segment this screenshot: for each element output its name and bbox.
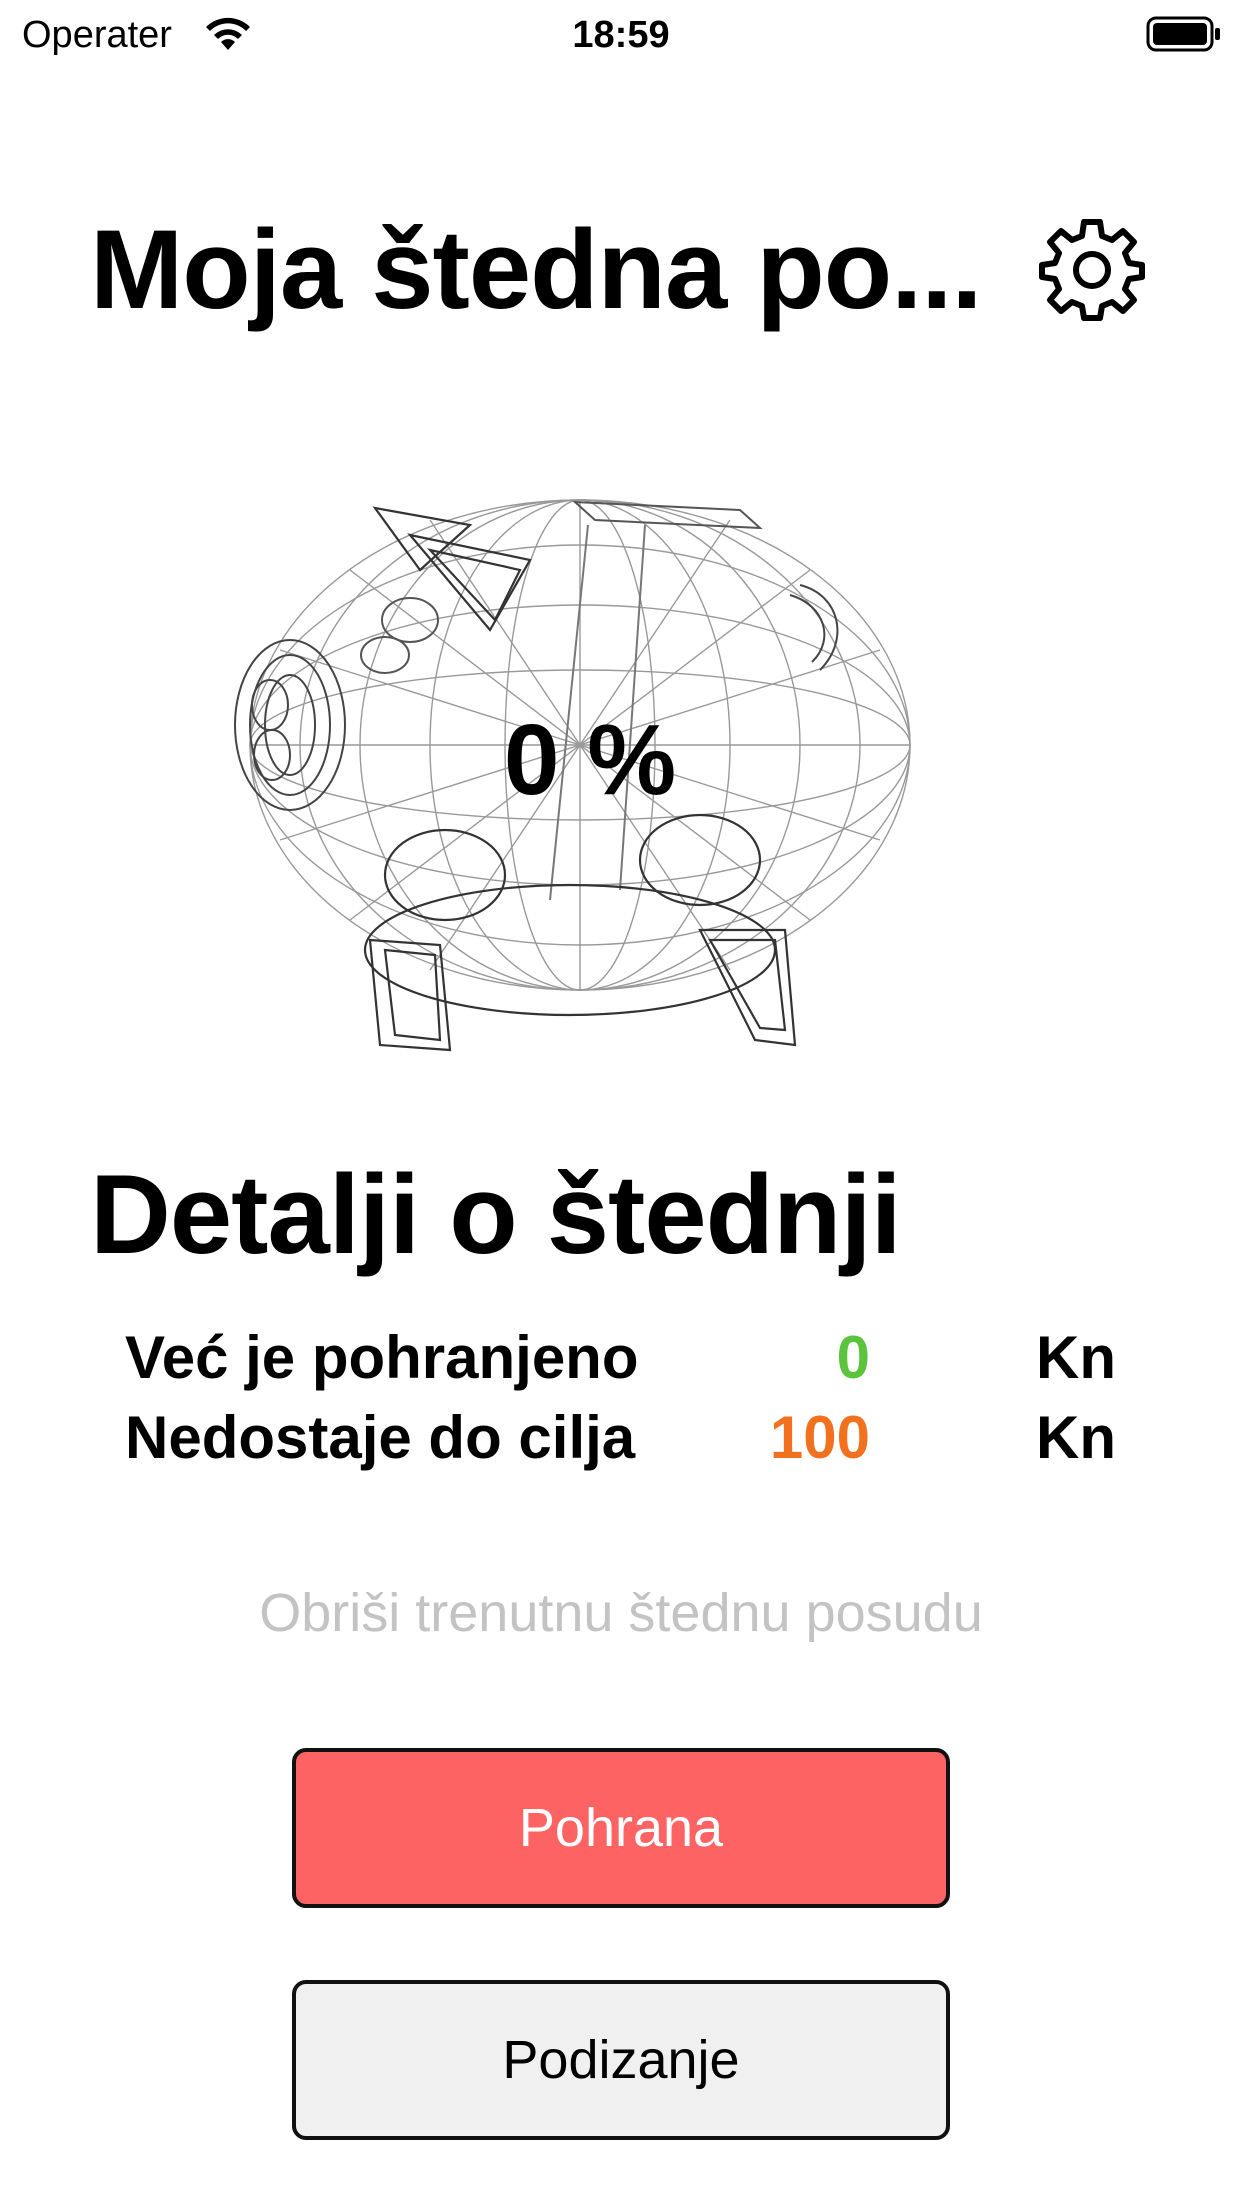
delete-jar-button[interactable]: Obriši trenutnu štednu posudu — [0, 1578, 1242, 1648]
deposit-button[interactable]: Pohrana — [292, 1748, 950, 1908]
missing-amount-label: Nedostaje do cilja — [125, 1404, 636, 1471]
saved-amount-row: Već je pohranjeno 0 Kn — [0, 1318, 1242, 1398]
missing-amount-value: 100 — [769, 1404, 870, 1471]
battery-full-icon — [1146, 16, 1220, 52]
savings-percent: 0 % — [503, 704, 677, 816]
missing-amount-row: Nedostaje do cilja 100 Kn — [0, 1398, 1242, 1478]
status-time: 18:59 — [572, 14, 670, 56]
status-bar: Operater 18:59 — [0, 0, 1242, 70]
saved-amount-unit: Kn — [1036, 1324, 1116, 1391]
details-title: Detalji o štednji — [90, 1152, 902, 1277]
gear-icon[interactable] — [1036, 214, 1148, 326]
missing-amount-unit: Kn — [1036, 1404, 1116, 1471]
saved-amount-label: Već je pohranjeno — [125, 1324, 639, 1391]
withdraw-button[interactable]: Podizanje — [292, 1980, 950, 2140]
saved-amount-value: 0 — [836, 1324, 870, 1391]
page-title: Moja štedna po... — [90, 207, 983, 332]
